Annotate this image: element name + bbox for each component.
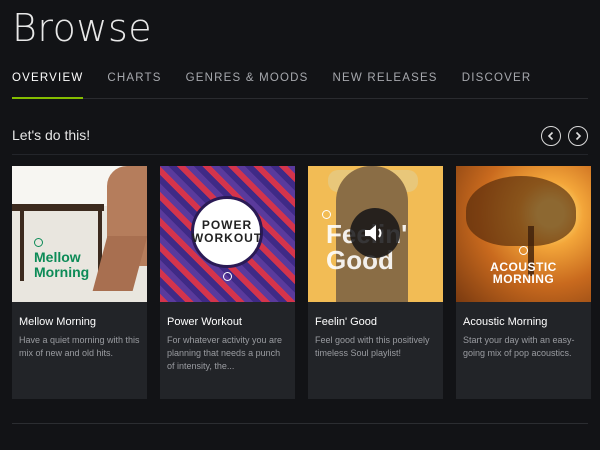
card-title[interactable]: Feelin' Good [315, 316, 436, 328]
section-title: Let's do this! [12, 127, 91, 143]
page-title: Browse [12, 6, 153, 50]
card-title[interactable]: Acoustic Morning [463, 316, 584, 328]
cover-label-line-2: WORKOUT [191, 231, 263, 245]
spotify-logo-icon [519, 246, 528, 255]
card-title[interactable]: Power Workout [167, 316, 288, 328]
bottom-divider [12, 423, 588, 424]
next-button[interactable] [568, 126, 588, 146]
spotify-logo-icon [34, 238, 43, 247]
cover-badge: POWER WORKOUT [191, 196, 263, 268]
cover-label: ACOUSTIC MORNING [456, 261, 591, 285]
chevron-right-icon [575, 131, 582, 141]
tab-discover[interactable]: DISCOVER [462, 72, 532, 98]
chevron-left-icon [547, 131, 554, 141]
tab-bar: OVERVIEW CHARTS GENRES & MOODS NEW RELEA… [12, 72, 588, 99]
cover-label: Mellow Morning [34, 249, 90, 280]
card-title[interactable]: Mellow Morning [19, 316, 140, 328]
playlist-cover[interactable]: Mellow Morning [12, 166, 147, 302]
playlist-card-feelin-good[interactable]: Feelin' Good Feelin' Good Feel good with… [308, 166, 443, 399]
playlist-cover[interactable]: ACOUSTIC MORNING [456, 166, 591, 302]
card-description: Have a quiet morning with this mix of ne… [19, 335, 140, 358]
section-divider [12, 154, 588, 155]
card-description: Feel good with this positively timeless … [315, 335, 430, 358]
speaker-icon [365, 225, 382, 241]
playlist-cover[interactable]: POWER WORKOUT [160, 166, 295, 302]
playlist-cover[interactable]: Feelin' Good [308, 166, 443, 302]
card-description: Start your day with an easy-going mix of… [463, 335, 575, 358]
playlist-card-acoustic-morning[interactable]: ACOUSTIC MORNING Acoustic Morning Start … [456, 166, 591, 399]
card-description: For whatever activity you are planning t… [167, 335, 283, 371]
cover-label-line-2: MORNING [492, 272, 555, 286]
play-preview-button[interactable] [350, 208, 400, 258]
playlist-row: Mellow Morning Mellow Morning Have a qui… [12, 166, 591, 399]
tab-charts[interactable]: CHARTS [107, 72, 161, 98]
playlist-card-mellow-morning[interactable]: Mellow Morning Mellow Morning Have a qui… [12, 166, 147, 399]
tab-overview[interactable]: OVERVIEW [12, 72, 84, 99]
tab-new-releases[interactable]: NEW RELEASES [333, 72, 438, 98]
playlist-card-power-workout[interactable]: POWER WORKOUT Power Workout For whatever… [160, 166, 295, 399]
spotify-logo-icon [322, 210, 331, 219]
tab-genres-moods[interactable]: GENRES & MOODS [186, 72, 309, 98]
spotify-logo-icon [223, 272, 232, 281]
prev-button[interactable] [541, 126, 561, 146]
